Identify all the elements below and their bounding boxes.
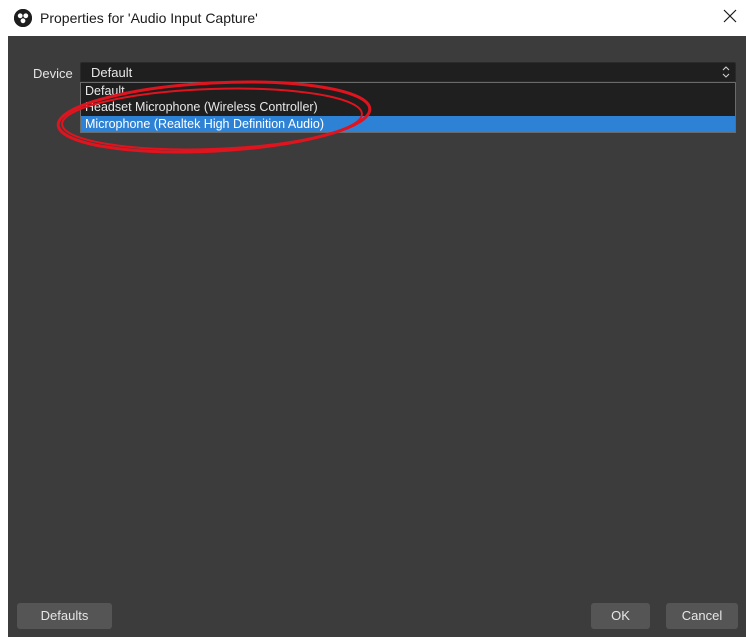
device-option-realtek-microphone[interactable]: Microphone (Realtek High Definition Audi…: [81, 116, 735, 132]
properties-panel: Device Default Default Headset Microphon…: [8, 36, 746, 637]
device-dropdown-list: Default Headset Microphone (Wireless Con…: [80, 82, 736, 133]
window-title: Properties for 'Audio Input Capture': [40, 10, 258, 26]
close-icon: [723, 9, 737, 28]
device-option-default[interactable]: Default: [81, 83, 735, 99]
close-button[interactable]: [716, 4, 744, 32]
title-bar: Properties for 'Audio Input Capture': [0, 0, 746, 36]
device-select[interactable]: Default: [80, 62, 736, 82]
properties-dialog: Properties for 'Audio Input Capture' Dev…: [0, 0, 746, 637]
cancel-button[interactable]: Cancel: [666, 603, 738, 629]
device-option-headset-microphone[interactable]: Headset Microphone (Wireless Controller): [81, 99, 735, 115]
obs-logo-icon: [14, 9, 32, 27]
defaults-button[interactable]: Defaults: [17, 603, 112, 629]
device-select-value: Default: [91, 65, 133, 80]
chevron-up-down-icon: [721, 65, 731, 79]
ok-button[interactable]: OK: [591, 603, 650, 629]
device-label: Device: [33, 66, 73, 81]
